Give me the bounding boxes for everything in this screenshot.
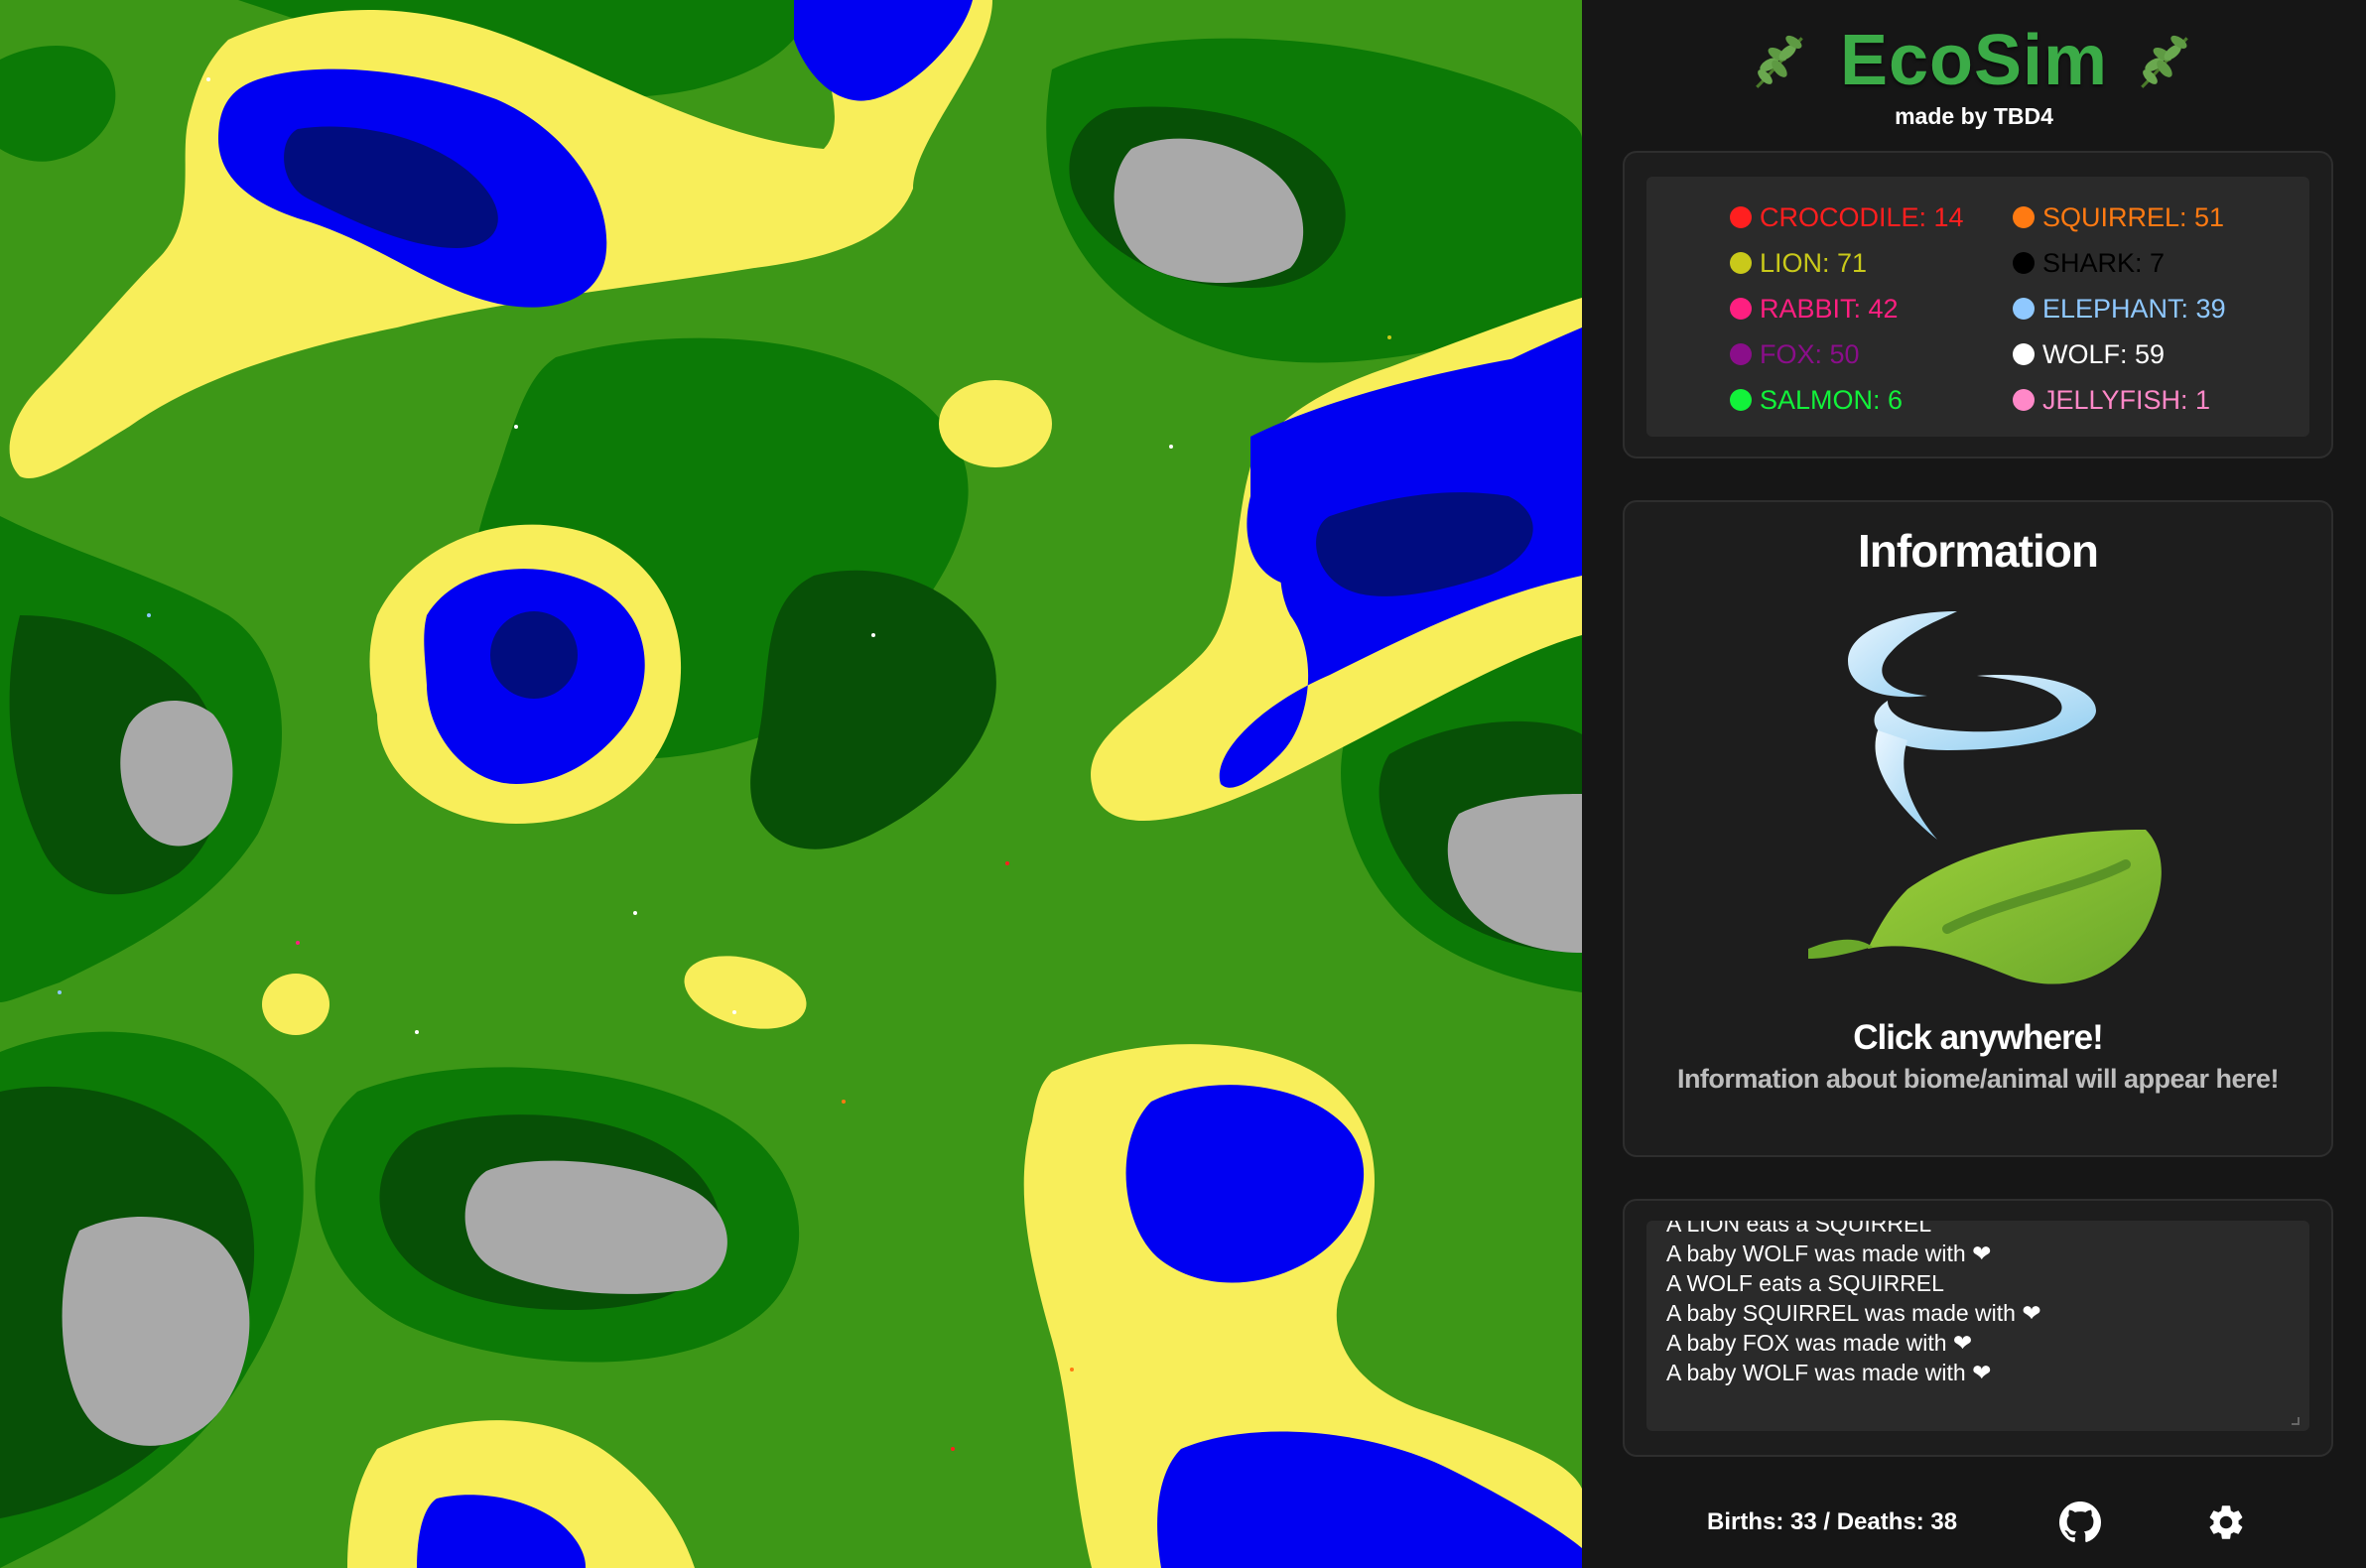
population-item: FOX: 50 bbox=[1730, 331, 2013, 377]
log-entry: A baby SQUIRREL was made with ❤ bbox=[1666, 1300, 2041, 1326]
species-color-dot-icon bbox=[2013, 343, 2035, 365]
population-card: CROCODILE: 14 SQUIRREL: 51 LION: 71 SHARK: … bbox=[1623, 151, 2333, 458]
side-panel: EcoSim made by TBD4 CROCODILE: 14 SQUIRRE… bbox=[1582, 0, 2366, 1568]
species-color-dot-icon bbox=[1730, 343, 1752, 365]
population-label: SALMON: 6 bbox=[1760, 384, 1904, 415]
population-label: FOX: 50 bbox=[1760, 338, 1860, 369]
herb-icon bbox=[2141, 35, 2188, 88]
population-item: SQUIRREL: 51 bbox=[2013, 195, 2296, 240]
event-log-card: A LION eats a SQUIRREL A baby WOLF was ma… bbox=[1623, 1199, 2333, 1457]
population-item: LION: 71 bbox=[1730, 240, 2013, 286]
species-color-dot-icon bbox=[1730, 252, 1752, 274]
population-label: LION: 71 bbox=[1760, 247, 1868, 278]
log-entry: A baby WOLF was made with ❤ bbox=[1666, 1241, 1992, 1266]
species-color-dot-icon bbox=[2013, 252, 2035, 274]
app-title: EcoSim bbox=[1839, 21, 2109, 100]
population-item: RABBIT: 42 bbox=[1730, 286, 2013, 331]
population-label: SHARK: 7 bbox=[2042, 247, 2166, 278]
population-item: WOLF: 59 bbox=[2013, 331, 2296, 377]
population-item: SHARK: 7 bbox=[2013, 240, 2296, 286]
info-prompt: Click anywhere! bbox=[1853, 1018, 2104, 1057]
population-label: JELLYFISH: 1 bbox=[2042, 384, 2211, 415]
gear-icon[interactable] bbox=[2205, 1502, 2247, 1543]
population-label: WOLF: 59 bbox=[2042, 338, 2166, 369]
population-item: ELEPHANT: 39 bbox=[2013, 286, 2296, 331]
simulation-map[interactable] bbox=[0, 0, 1582, 1568]
population-item: SALMON: 6 bbox=[1730, 377, 2013, 423]
information-heading: Information bbox=[1858, 525, 2099, 577]
population-panel: CROCODILE: 14 SQUIRREL: 51 LION: 71 SHARK: … bbox=[1646, 177, 2309, 437]
resize-grip-icon[interactable] bbox=[2292, 1417, 2300, 1425]
app-subtitle: made by TBD4 bbox=[1895, 103, 2053, 129]
population-item: CROCODILE: 14 bbox=[1730, 195, 2013, 240]
footer: Births: 33 / Deaths: 38 bbox=[1582, 1489, 2366, 1552]
births-deaths-stats: Births: 33 / Deaths: 38 bbox=[1707, 1508, 1958, 1535]
leaf-fluttering-in-wind-icon bbox=[1808, 611, 2162, 984]
github-icon[interactable] bbox=[2059, 1502, 2101, 1543]
terrain-canvas[interactable] bbox=[0, 0, 1582, 1568]
info-hint: Information about biome/animal will appe… bbox=[1676, 1064, 2280, 1094]
event-log[interactable]: A LION eats a SQUIRREL A baby WOLF was ma… bbox=[1646, 1221, 2309, 1431]
log-entry: A baby WOLF was made with ❤ bbox=[1666, 1360, 1992, 1385]
information-card: Information Click anywhere! Information … bbox=[1623, 500, 2333, 1157]
population-label: CROCODILE: 14 bbox=[1760, 201, 1964, 232]
herb-icon bbox=[1756, 35, 1803, 88]
species-color-dot-icon bbox=[2013, 389, 2035, 411]
species-color-dot-icon bbox=[1730, 389, 1752, 411]
population-label: SQUIRREL: 51 bbox=[2042, 201, 2225, 232]
app-header: EcoSim made by TBD4 bbox=[1582, 18, 2366, 130]
species-color-dot-icon bbox=[1730, 206, 1752, 228]
log-entry: A baby FOX was made with ❤ bbox=[1666, 1330, 1973, 1356]
log-entry: A WOLF eats a SQUIRREL bbox=[1666, 1270, 1944, 1296]
log-entry: A LION eats a SQUIRREL bbox=[1666, 1221, 1932, 1237]
population-list: CROCODILE: 14 SQUIRREL: 51 LION: 71 SHARK: … bbox=[1730, 195, 2296, 423]
species-color-dot-icon bbox=[2013, 206, 2035, 228]
species-color-dot-icon bbox=[2013, 298, 2035, 320]
population-label: ELEPHANT: 39 bbox=[2042, 293, 2226, 324]
species-color-dot-icon bbox=[1730, 298, 1752, 320]
event-log-list: A LION eats a SQUIRREL A baby WOLF was ma… bbox=[1666, 1221, 2041, 1387]
population-item: JELLYFISH: 1 bbox=[2013, 377, 2296, 423]
population-label: RABBIT: 42 bbox=[1760, 293, 1899, 324]
